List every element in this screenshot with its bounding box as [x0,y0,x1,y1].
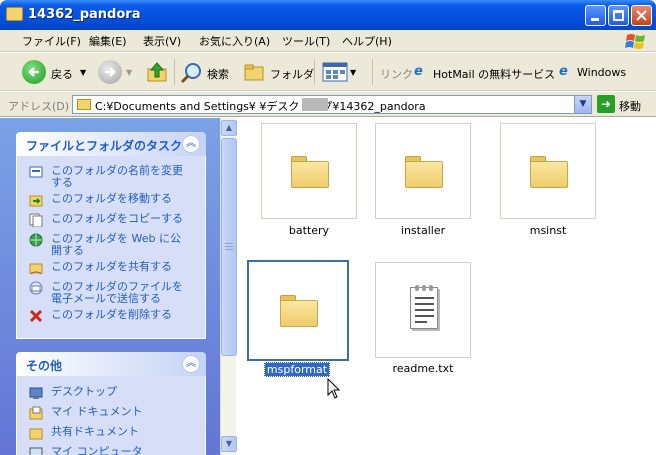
shared-folder-icon [29,428,43,440]
tasks-panel-header[interactable]: ファイルとフォルダのタスク ︽ [16,132,206,156]
text-file-icon [410,285,438,329]
other-panel-title: その他 [26,359,63,373]
file-view: battery installer msinst mspformat readm… [237,118,656,455]
file-item-selected[interactable]: mspformat [237,260,361,382]
back-dropdown-icon[interactable]: ▼ [80,68,86,77]
window-title: 14362_pandora [28,7,141,22]
menu-view[interactable]: 表示(V) [143,33,181,49]
other-panel-header[interactable]: その他 ︽ [16,352,206,376]
folder-icon [291,156,329,188]
folder-thumbnail [261,123,357,219]
forward-dropdown-icon[interactable]: ▼ [126,68,132,77]
menu-edit[interactable]: 編集(E) [89,33,127,49]
forward-arrow-icon[interactable] [98,60,122,84]
address-label: アドレス(D) [8,100,70,113]
menu-favorites[interactable]: お気に入り(A) [199,33,270,49]
file-name: mspformat [237,362,357,377]
folder-icon [77,99,91,110]
file-name: installer [400,224,446,237]
globe-icon [29,233,43,247]
ie-icon: e [559,64,568,79]
search-icon[interactable] [180,62,202,84]
share-folder-icon [29,263,43,275]
title-bar[interactable]: 14362_pandora [0,0,656,30]
documents-folder-icon [29,406,43,420]
move-icon [29,195,43,207]
menu-file[interactable]: ファイル(F) [22,33,81,49]
task-pane-scrollbar[interactable]: ▲ ▼ [220,118,237,455]
computer-icon [29,447,43,455]
file-item[interactable]: battery [249,123,369,243]
search-button[interactable]: 検索 [207,66,229,82]
link-windows[interactable]: Windows [577,66,626,79]
copy-icon [29,213,43,227]
file-name: battery [288,224,330,237]
address-input[interactable]: C:¥Documents and Settings¥ ¥デスクトップ¥14362… [72,95,592,114]
views-icon[interactable] [322,62,348,82]
scroll-down-icon[interactable]: ▼ [221,436,237,452]
task-pane: ファイルとフォルダのタスク ︽ このフォルダの名前を変更する このフォルダを移動… [0,118,220,455]
menu-bar: ファイル(F) 編集(E) 表示(V) お気に入り(A) ツール(T) ヘルプ(… [0,30,656,52]
collapse-chevron-icon[interactable]: ︽ [182,355,200,373]
tasks-panel-body: このフォルダの名前を変更する このフォルダを移動する このフォルダをコピーする … [16,156,206,339]
toolbar-separator [174,59,175,85]
folders-icon[interactable] [244,62,266,82]
delete-icon [29,309,43,323]
file-name: readme.txt [392,362,454,375]
file-name: msinst [529,224,567,237]
scroll-thumb[interactable] [221,138,237,356]
desktop-icon [29,387,43,399]
views-dropdown-icon[interactable]: ▼ [350,68,356,77]
links-label: リンク [380,68,413,81]
file-item[interactable]: installer [363,123,483,243]
file-thumbnail [375,262,471,358]
folder-icon [280,295,318,327]
mouse-cursor-icon [327,378,341,399]
go-arrow-icon[interactable]: ➜ [597,95,615,113]
toolbar-separator [372,59,373,85]
file-item[interactable]: msinst [488,123,608,243]
selected-file-name: mspformat [263,362,331,377]
address-bar: アドレス(D) C:¥Documents and Settings¥ ¥デスクト… [0,92,656,117]
back-arrow-icon[interactable] [22,60,46,84]
folder-thumbnail [375,123,471,219]
address-value: C:¥Documents and Settings¥ ¥デスクトップ¥14362… [95,100,426,113]
other-panel-body: デスクトップ マイ ドキュメント 共有ドキュメント マイ コンピュータ [16,376,206,455]
redacted-username [302,98,328,111]
email-icon [29,281,43,295]
tasks-panel-title: ファイルとフォルダのタスク [26,139,183,153]
file-item[interactable]: readme.txt [363,262,483,382]
menu-help[interactable]: ヘルプ(H) [342,33,392,49]
folders-button[interactable]: フォルダ [270,66,314,82]
go-button[interactable]: 移動 [619,98,641,114]
scroll-up-icon[interactable]: ▲ [221,120,237,136]
folder-thumbnail [247,260,349,361]
toolbar: 戻る ▼ ▼ 検索 フォルダ ▼ リンク e HotMail の無料サービス e… [0,53,656,91]
folder-thumbnail [500,123,596,219]
address-dropdown-icon[interactable]: ▼ [574,96,591,113]
folder-icon [6,7,23,21]
back-button[interactable]: 戻る [51,66,73,82]
close-icon [636,10,647,21]
toolbar-separator [314,59,315,85]
up-folder-icon[interactable] [146,61,168,83]
windows-logo-icon [625,34,645,49]
maximize-button[interactable] [608,5,629,26]
minimize-button[interactable] [585,5,606,26]
folder-icon [405,156,443,188]
close-button[interactable] [631,5,652,26]
ie-icon: e [414,64,423,79]
rename-icon [29,166,43,178]
link-hotmail[interactable]: HotMail の無料サービス [433,66,555,82]
menu-tools[interactable]: ツール(T) [282,33,330,49]
collapse-chevron-icon[interactable]: ︽ [182,135,200,153]
folder-icon [530,156,568,188]
